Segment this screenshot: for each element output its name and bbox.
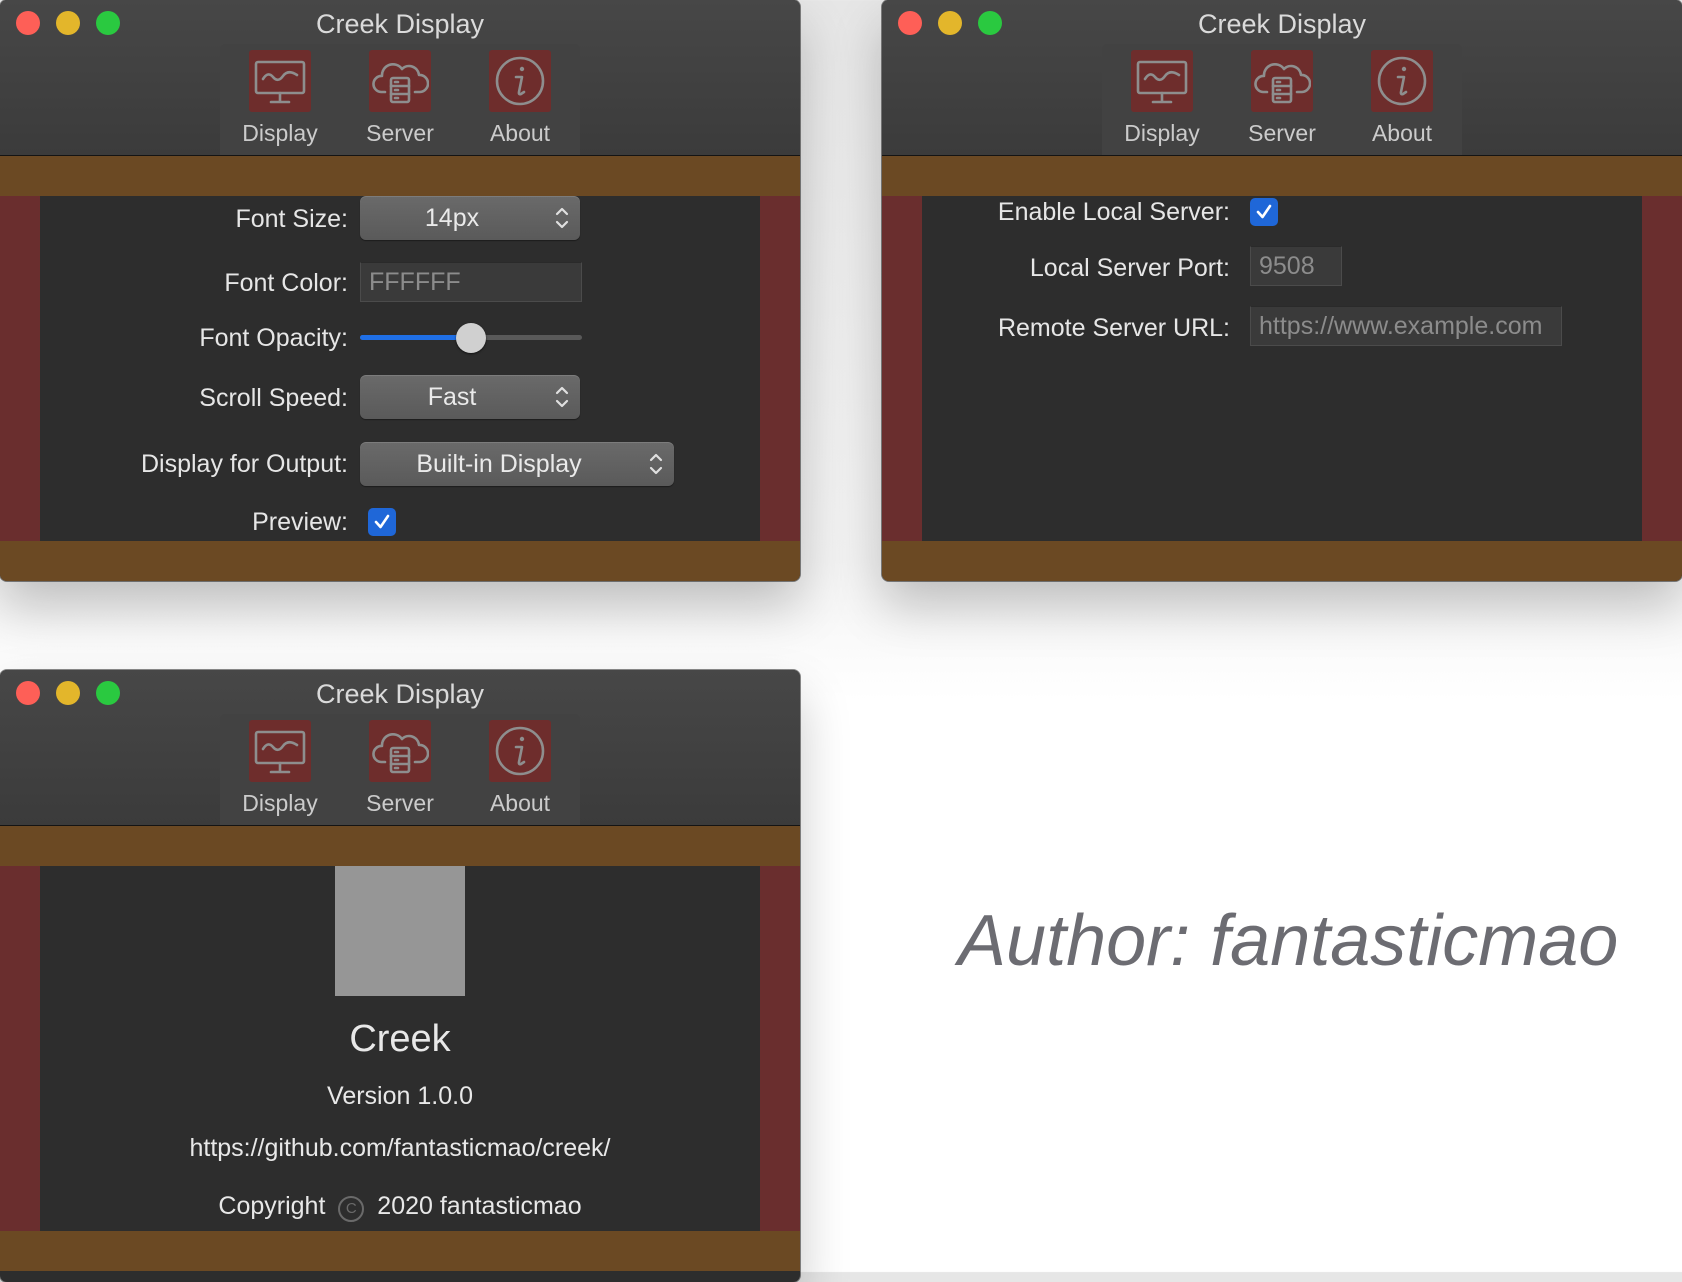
cloud-server-icon [1251, 50, 1313, 112]
enable-local-server-checkbox[interactable] [1250, 198, 1278, 226]
tab-about[interactable]: About [1342, 44, 1462, 155]
tab-server[interactable]: Server [340, 44, 460, 155]
copyright-holder: 2020 fantasticmao [377, 1192, 582, 1220]
scroll-speed-label: Scroll Speed: [199, 384, 348, 412]
tab-about[interactable]: About [460, 714, 580, 825]
tab-about-label: About [489, 120, 551, 146]
tab-about-label: About [489, 790, 551, 816]
preferences-toolbar: Display Server About [220, 44, 580, 155]
top-band [0, 826, 800, 866]
tab-display-label: Display [242, 790, 318, 816]
bottom-band [0, 541, 800, 581]
window-title: Creek Display [315, 9, 485, 39]
info-icon [489, 50, 551, 112]
version-text: Version 1.0.0 [327, 1082, 473, 1110]
window-title: Creek Display [1197, 9, 1367, 39]
top-band [0, 156, 800, 196]
font-opacity-label: Font Opacity: [199, 324, 348, 352]
local-server-port-field[interactable]: 9508 [1250, 246, 1342, 286]
info-icon [489, 720, 551, 782]
remote-server-url-label: Remote Server URL: [997, 314, 1230, 342]
font-size-label: Font Size: [235, 205, 348, 233]
tab-display-label: Display [1124, 120, 1200, 146]
display-output-popup[interactable]: Built-in Display [360, 442, 674, 486]
tab-server-label: Server [366, 120, 434, 146]
chevron-updown-icon [554, 383, 570, 411]
author-caption: Author: fantasticmao [958, 901, 1619, 981]
title-bar: Creek Display Display Server About [0, 0, 800, 156]
top-band [882, 156, 1682, 196]
server-pane: Enable Local Server: Local Server Port: … [882, 196, 1682, 541]
tab-display[interactable]: Display [220, 714, 340, 825]
tab-display[interactable]: Display [220, 44, 340, 155]
display-preferences-window: Creek Display Display Server About Font … [0, 0, 800, 581]
about-window: Creek Display Display Server About Creek… [0, 670, 800, 1282]
title-bar: Creek Display Display Server About [0, 670, 800, 826]
remote-server-url-field[interactable]: https://www.example.com [1250, 306, 1562, 346]
scroll-speed-value: Fast [427, 383, 477, 411]
font-opacity-slider[interactable] [360, 323, 582, 353]
copyright-text: Copyright C 2020 fantasticmao [0, 1192, 800, 1222]
preferences-toolbar: Display Server About [220, 714, 580, 825]
tab-server-label: Server [1248, 120, 1316, 146]
window-title: Creek Display [315, 679, 485, 709]
tab-server[interactable]: Server [340, 714, 460, 825]
tab-server-label: Server [366, 790, 434, 816]
preview-label: Preview: [252, 508, 348, 536]
copyright-prefix: Copyright [218, 1192, 326, 1220]
tab-about[interactable]: About [460, 44, 580, 155]
enable-local-server-label: Enable Local Server: [997, 198, 1230, 226]
right-margin-band [1642, 196, 1682, 541]
title-bar: Creek Display Display Server About [882, 0, 1682, 156]
tab-about-label: About [1371, 120, 1433, 146]
bottom-band [882, 541, 1682, 581]
tab-display-label: Display [242, 120, 318, 146]
display-pane: Font Size: 14px Font Color: FFFFFF Font … [0, 196, 800, 541]
app-icon-placeholder [335, 866, 465, 996]
font-size-value: 14px [424, 204, 480, 232]
copyright-symbol-icon: C [338, 1196, 365, 1222]
server-preferences-window: Creek Display Display Server About Enabl… [882, 0, 1682, 581]
preferences-toolbar: Display Server About [1102, 44, 1462, 155]
preview-checkbox[interactable] [368, 508, 396, 536]
cloud-server-icon [369, 50, 431, 112]
monitor-icon [1131, 50, 1193, 112]
display-output-value: Built-in Display [416, 450, 582, 478]
display-output-label: Display for Output: [140, 450, 348, 478]
about-pane: Creek Version 1.0.0 https://github.com/f… [0, 866, 800, 1231]
font-size-popup[interactable]: 14px [360, 196, 580, 240]
cloud-server-icon [369, 720, 431, 782]
chevron-updown-icon [648, 450, 664, 478]
info-icon [1371, 50, 1433, 112]
chevron-updown-icon [554, 204, 570, 232]
right-margin-band [760, 196, 800, 541]
tab-display[interactable]: Display [1102, 44, 1222, 155]
project-url-link[interactable]: https://github.com/fantasticmao/creek/ [0, 1134, 800, 1163]
monitor-icon [249, 720, 311, 782]
font-color-field[interactable]: FFFFFF [360, 262, 582, 302]
left-margin-band [882, 196, 922, 541]
slider-fill [360, 335, 471, 340]
app-name: Creek [349, 1018, 451, 1060]
font-color-label: Font Color: [224, 269, 348, 297]
tab-server[interactable]: Server [1222, 44, 1342, 155]
left-margin-band [0, 196, 40, 541]
slider-knob[interactable] [456, 323, 486, 353]
local-server-port-label: Local Server Port: [1029, 254, 1230, 282]
scroll-speed-popup[interactable]: Fast [360, 375, 580, 419]
bottom-band [0, 1231, 800, 1271]
monitor-icon [249, 50, 311, 112]
